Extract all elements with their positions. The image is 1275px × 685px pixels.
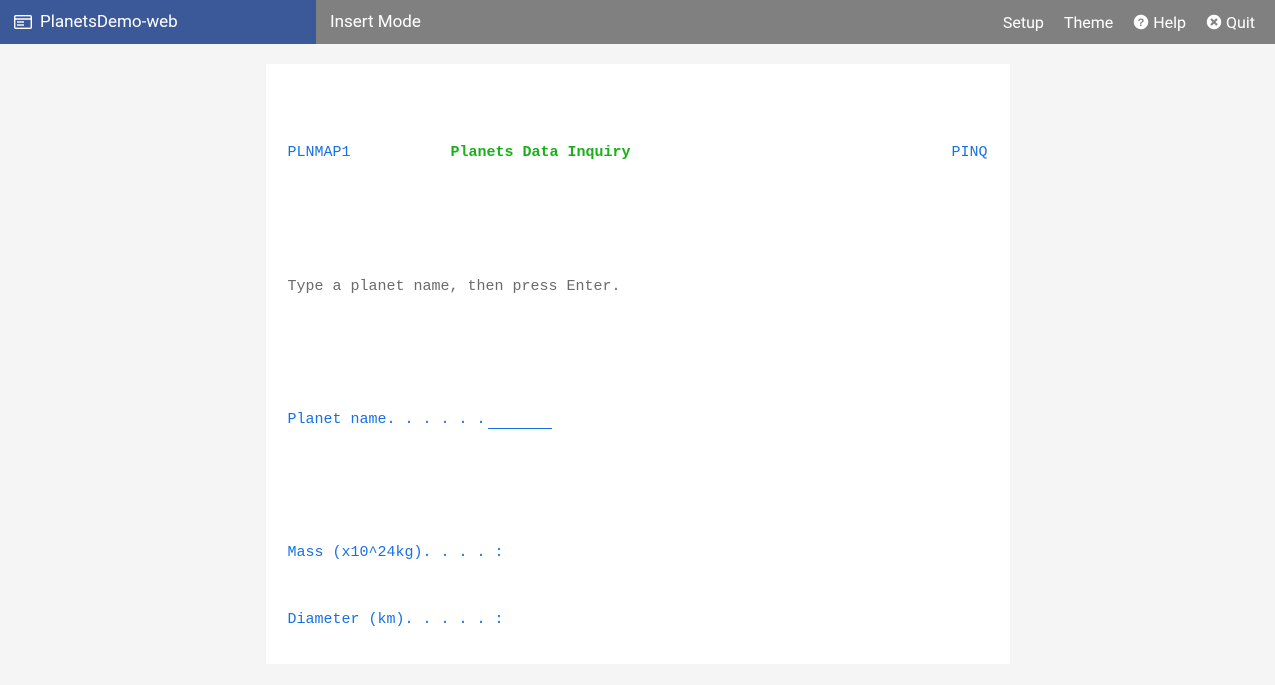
theme-label: Theme [1064, 13, 1113, 32]
quit-button[interactable]: Quit [1196, 0, 1265, 44]
field-diameter: Diameter (km). . . . . : [288, 609, 988, 631]
instruction-text: Type a planet name, then press Enter. [288, 276, 988, 298]
close-icon [1206, 14, 1222, 30]
terminal-icon [14, 15, 32, 29]
setup-button[interactable]: Setup [993, 0, 1054, 44]
svg-text:?: ? [1138, 17, 1145, 29]
mode-indicator: Insert Mode [316, 0, 435, 44]
planet-name-input[interactable] [488, 411, 552, 429]
help-icon: ? [1133, 14, 1149, 30]
theme-button[interactable]: Theme [1054, 0, 1123, 44]
planet-name-row: Planet name. . . . . . [288, 409, 988, 431]
screen-code: PINQ [951, 142, 987, 164]
help-button[interactable]: ? Help [1123, 0, 1196, 44]
field-mass: Mass (x10^24kg). . . . : [288, 542, 988, 564]
topbar-actions: Setup Theme ? Help Quit [993, 0, 1275, 44]
screen-id: PLNMAP1 [288, 142, 351, 164]
main-area: PLNMAP1 Planets Data Inquiry PINQ Type a… [0, 44, 1275, 664]
screen-title: Planets Data Inquiry [351, 142, 952, 164]
app-title-section: PlanetsDemo-web [0, 0, 316, 44]
help-label: Help [1153, 13, 1186, 32]
terminal-header: PLNMAP1 Planets Data Inquiry PINQ [288, 142, 988, 164]
top-bar: PlanetsDemo-web Insert Mode Setup Theme … [0, 0, 1275, 44]
setup-label: Setup [1003, 13, 1044, 32]
app-title: PlanetsDemo-web [40, 12, 178, 32]
quit-label: Quit [1226, 13, 1255, 32]
planet-name-label: Planet name. . . . . . [288, 409, 486, 431]
terminal-screen[interactable]: PLNMAP1 Planets Data Inquiry PINQ Type a… [266, 64, 1010, 664]
